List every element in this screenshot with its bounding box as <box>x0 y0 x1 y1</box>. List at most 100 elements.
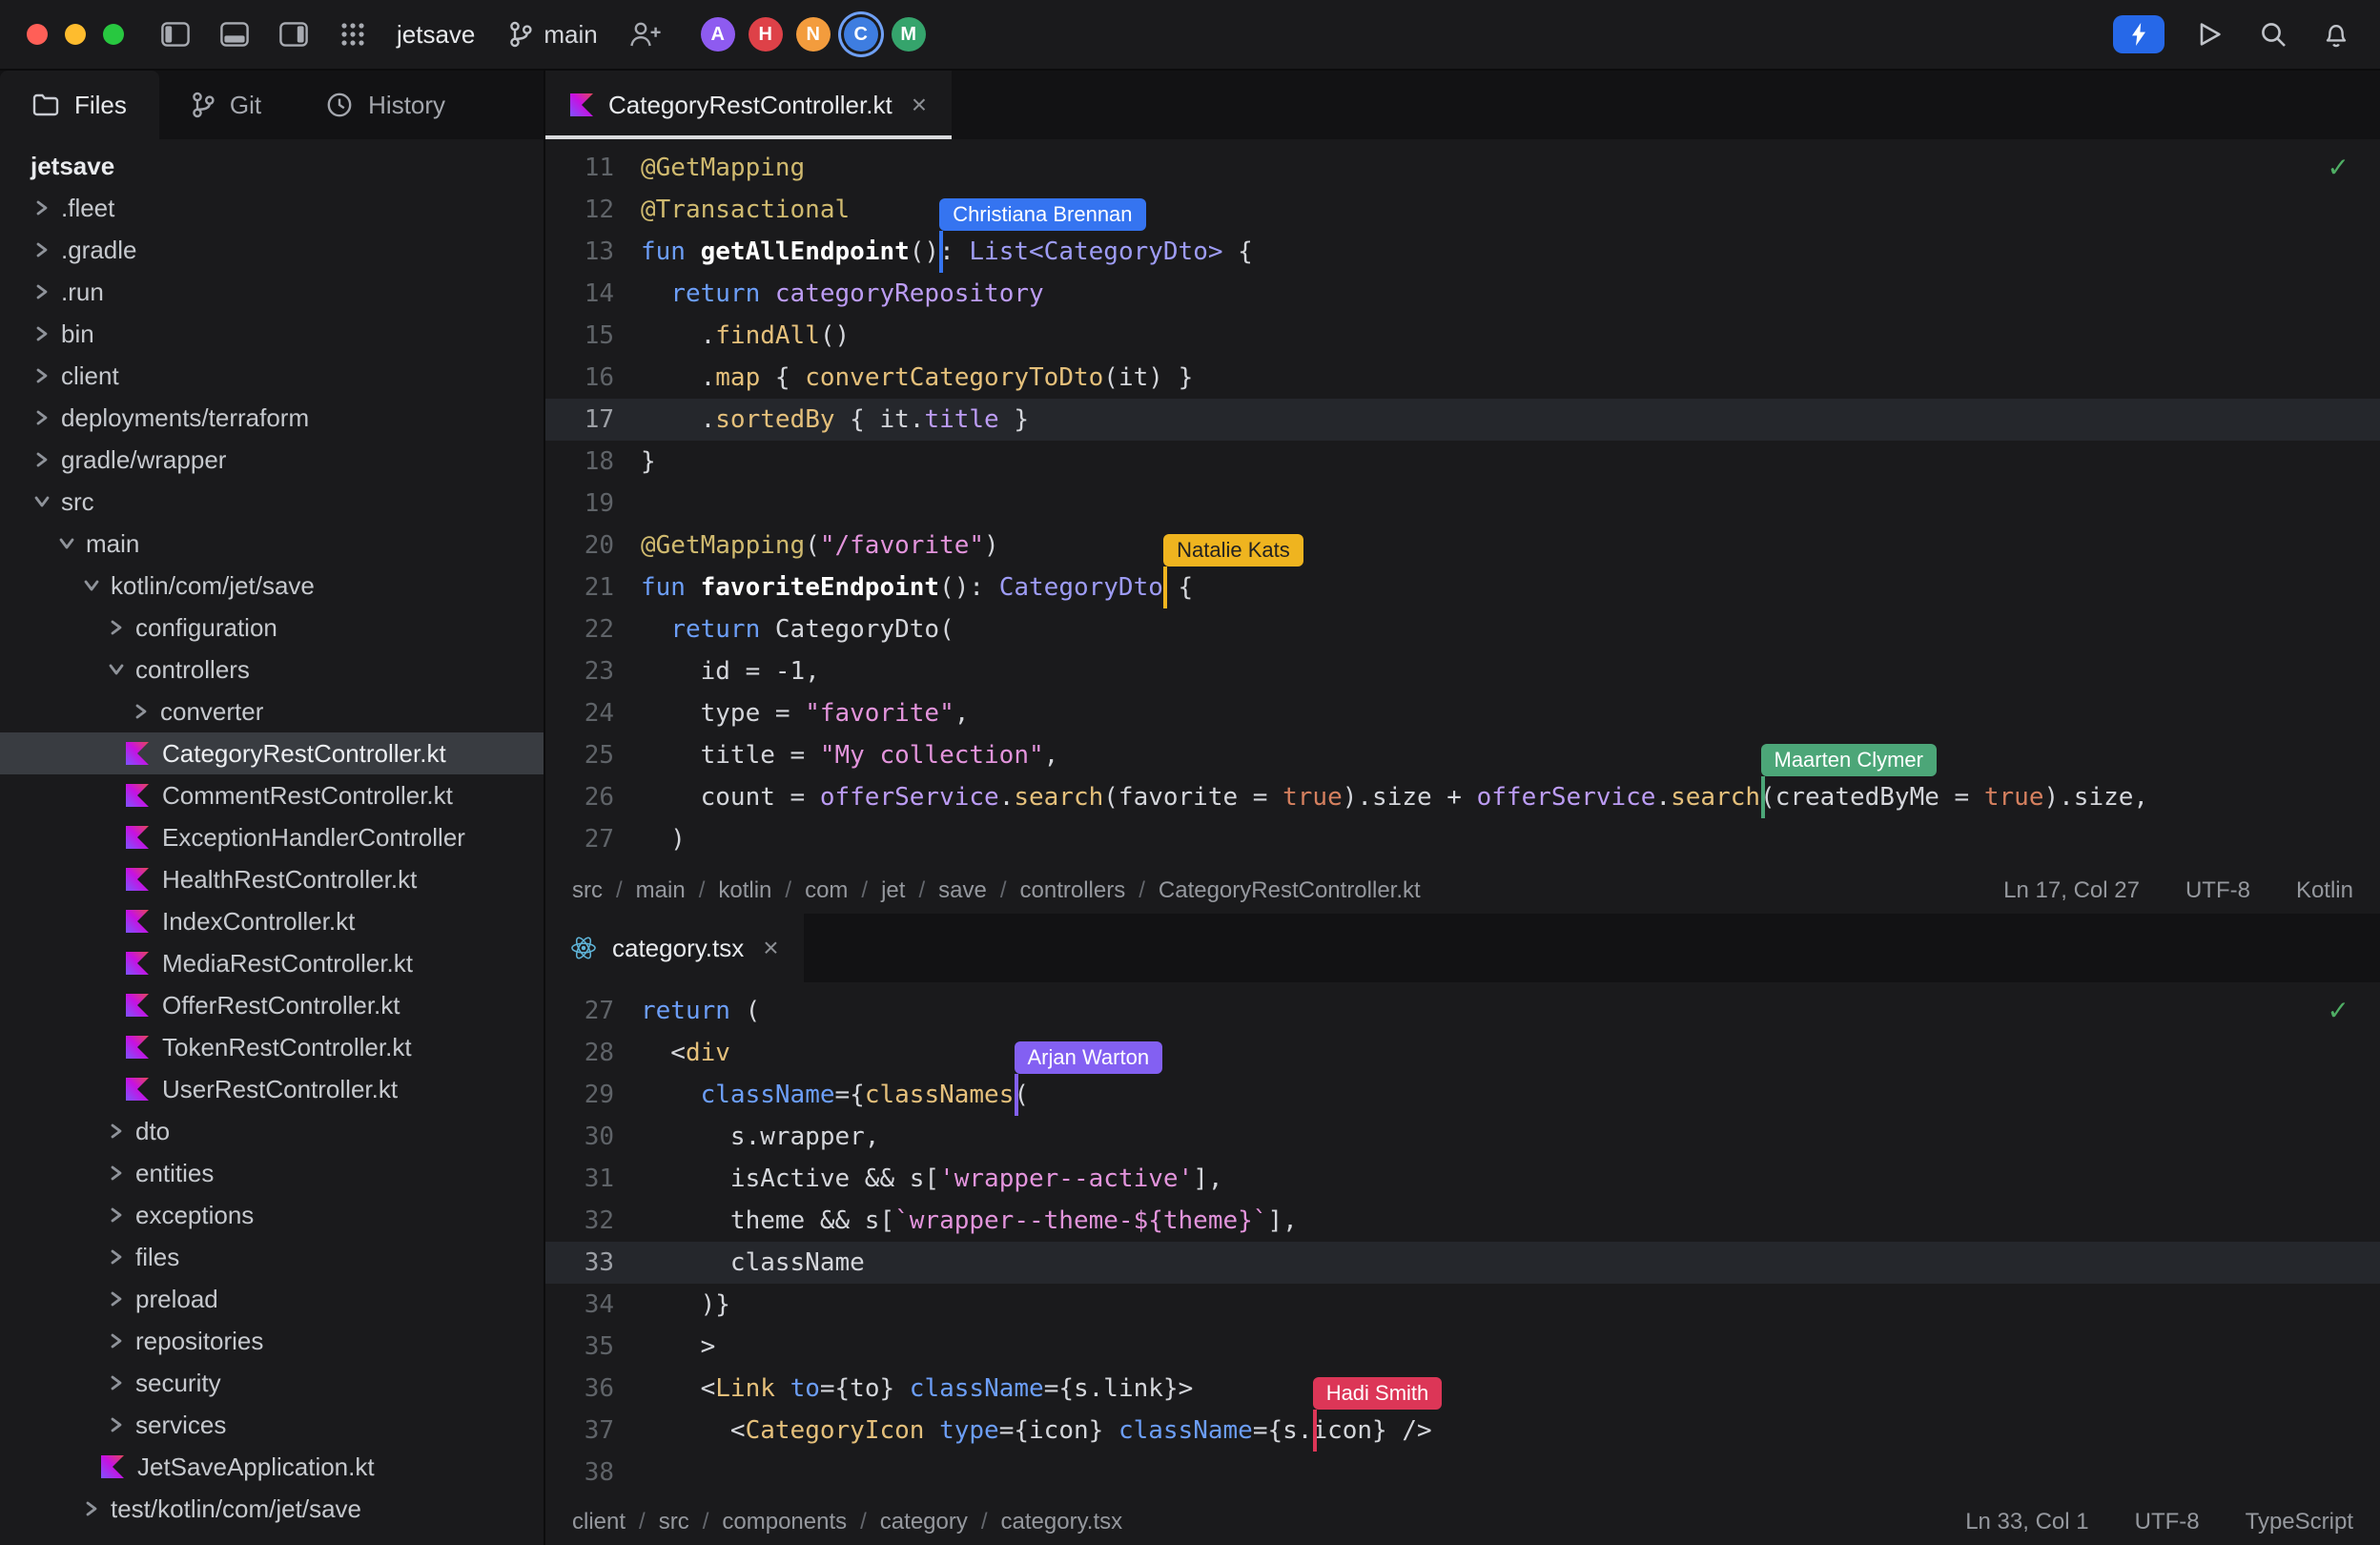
tree-item-services[interactable]: services <box>0 1404 544 1446</box>
tree-item-jetsave[interactable]: jetsave <box>0 145 544 187</box>
tree-item-configuration[interactable]: configuration <box>0 607 544 649</box>
tab-files[interactable]: Files <box>0 71 159 139</box>
chevron-right-icon[interactable] <box>27 451 57 468</box>
code-line-37[interactable]: 37 <CategoryIcon type={icon} className={… <box>545 1410 2380 1452</box>
tree-item-exceptions[interactable]: exceptions <box>0 1194 544 1236</box>
chevron-right-icon[interactable] <box>101 1123 132 1140</box>
tree-item-controllers[interactable]: controllers <box>0 649 544 690</box>
tree-item-indexcontroller-kt[interactable]: IndexController.kt <box>0 900 544 942</box>
toggle-left-panel-icon[interactable] <box>158 17 193 52</box>
code-line-19[interactable]: 19 <box>545 483 2380 525</box>
chevron-right-icon[interactable] <box>101 1206 132 1224</box>
breadcrumb-item[interactable]: save <box>938 877 987 904</box>
tree-item-userrestcontroller-kt[interactable]: UserRestController.kt <box>0 1068 544 1110</box>
tree-item-test-kotlin-com-jet-save[interactable]: test/kotlin/com/jet/save <box>0 1488 544 1530</box>
run-icon[interactable] <box>2193 17 2227 52</box>
code-line-20[interactable]: 20@GetMapping("/favorite") <box>545 525 2380 566</box>
chevron-right-icon[interactable] <box>27 409 57 426</box>
avatar-n[interactable]: N <box>796 17 831 52</box>
code-line-15[interactable]: 15 .findAll() <box>545 315 2380 357</box>
chevron-down-icon[interactable] <box>33 486 51 517</box>
code-line-29[interactable]: 29 className={classNames( <box>545 1074 2380 1116</box>
tree-item-healthrestcontroller-kt[interactable]: HealthRestController.kt <box>0 858 544 900</box>
tree-item-preload[interactable]: preload <box>0 1278 544 1320</box>
file-language[interactable]: TypeScript <box>2246 1509 2353 1535</box>
code-line-11[interactable]: 11@GetMapping <box>545 147 2380 189</box>
avatar-c[interactable]: C <box>844 17 878 52</box>
code-line-14[interactable]: 14 return categoryRepository <box>545 273 2380 315</box>
breadcrumb-item[interactable]: main <box>636 877 686 904</box>
code-line-12[interactable]: 12@Transactional <box>545 189 2380 231</box>
breadcrumb-item[interactable]: src <box>572 877 603 904</box>
avatar-h[interactable]: H <box>749 17 783 52</box>
code-line-30[interactable]: 30 s.wrapper, <box>545 1116 2380 1158</box>
breadcrumb-item[interactable]: kotlin <box>718 877 771 904</box>
tree-item-categoryrestcontroller-kt[interactable]: CategoryRestController.kt <box>0 732 544 774</box>
chevron-right-icon[interactable] <box>101 1332 132 1349</box>
workspace-name[interactable]: jetsave <box>397 20 475 50</box>
tree-item-files[interactable]: files <box>0 1236 544 1278</box>
chevron-right-icon[interactable] <box>27 241 57 258</box>
file-encoding[interactable]: UTF-8 <box>2135 1509 2200 1535</box>
tree-item-entities[interactable]: entities <box>0 1152 544 1194</box>
chevron-right-icon[interactable] <box>76 1500 107 1517</box>
chevron-down-icon[interactable] <box>108 654 125 685</box>
caret-position[interactable]: Ln 17, Col 27 <box>2003 877 2140 904</box>
maximize-window-button[interactable] <box>103 24 124 45</box>
breadcrumb-item[interactable]: jet <box>881 877 905 904</box>
tree-item-exceptionhandlercontroller[interactable]: ExceptionHandlerController <box>0 816 544 858</box>
toggle-bottom-panel-icon[interactable] <box>217 17 252 52</box>
code-line-17[interactable]: 17 .sortedBy { it.title } <box>545 399 2380 441</box>
breadcrumb-item[interactable]: controllers <box>1020 877 1126 904</box>
add-collaborator-icon[interactable] <box>628 17 663 52</box>
tab-git[interactable]: Git <box>159 71 294 139</box>
branch-selector[interactable]: main <box>509 20 597 50</box>
tree-item-kotlin-com-jet-save[interactable]: kotlin/com/jet/save <box>0 565 544 607</box>
chevron-right-icon[interactable] <box>27 199 57 216</box>
code-line-33[interactable]: 33 className <box>545 1242 2380 1284</box>
code-line-32[interactable]: 32 theme && s[`wrapper--theme-${theme}`]… <box>545 1200 2380 1242</box>
tab-history[interactable]: History <box>294 71 478 139</box>
file-encoding[interactable]: UTF-8 <box>2185 877 2250 904</box>
tree-item-client[interactable]: client <box>0 355 544 397</box>
tree-item-converter[interactable]: converter <box>0 690 544 732</box>
breadcrumb-item[interactable]: category <box>880 1509 968 1535</box>
code-line-23[interactable]: 23 id = -1, <box>545 650 2380 692</box>
code-line-24[interactable]: 24 type = "favorite", <box>545 692 2380 734</box>
chevron-down-icon[interactable] <box>83 570 100 601</box>
code-line-35[interactable]: 35 > <box>545 1326 2380 1368</box>
breadcrumb-item[interactable]: category.tsx <box>1001 1509 1123 1535</box>
chevron-right-icon[interactable] <box>101 619 132 636</box>
avatar-m[interactable]: M <box>892 17 926 52</box>
toggle-right-panel-icon[interactable] <box>277 17 311 52</box>
workspaces-grid-icon[interactable] <box>336 17 370 52</box>
chevron-right-icon[interactable] <box>101 1248 132 1266</box>
chevron-right-icon[interactable] <box>126 703 156 720</box>
tree-item-bin[interactable]: bin <box>0 313 544 355</box>
tree-item-src[interactable]: src <box>0 481 544 523</box>
code-line-38[interactable]: 38 <box>545 1452 2380 1494</box>
code-line-27[interactable]: 27return ( <box>545 990 2380 1032</box>
chevron-right-icon[interactable] <box>101 1374 132 1391</box>
breadcrumb-item[interactable]: src <box>659 1509 689 1535</box>
breadcrumb-item[interactable]: CategoryRestController.kt <box>1159 877 1421 904</box>
avatar-a[interactable]: A <box>701 17 735 52</box>
tree-item-security[interactable]: security <box>0 1362 544 1404</box>
tree-item--run[interactable]: .run <box>0 271 544 313</box>
close-tab-icon[interactable]: × <box>912 90 927 120</box>
tree-item-tokenrestcontroller-kt[interactable]: TokenRestController.kt <box>0 1026 544 1068</box>
tree-item-mediarestcontroller-kt[interactable]: MediaRestController.kt <box>0 942 544 984</box>
breadcrumb-item[interactable]: com <box>805 877 848 904</box>
tree-item--fleet[interactable]: .fleet <box>0 187 544 229</box>
close-window-button[interactable] <box>27 24 48 45</box>
code-line-25[interactable]: 25 title = "My collection", <box>545 734 2380 776</box>
minimize-window-button[interactable] <box>65 24 86 45</box>
tree-item--gradle[interactable]: .gradle <box>0 229 544 271</box>
chevron-right-icon[interactable] <box>27 367 57 384</box>
editor-tab-tsx[interactable]: category.tsx × <box>545 914 804 982</box>
code-line-28[interactable]: 28 <div <box>545 1032 2380 1074</box>
code-line-18[interactable]: 18} <box>545 441 2380 483</box>
tree-item-main[interactable]: main <box>0 523 544 565</box>
code-line-31[interactable]: 31 isActive && s['wrapper--active'], <box>545 1158 2380 1200</box>
code-line-34[interactable]: 34 )} <box>545 1284 2380 1326</box>
